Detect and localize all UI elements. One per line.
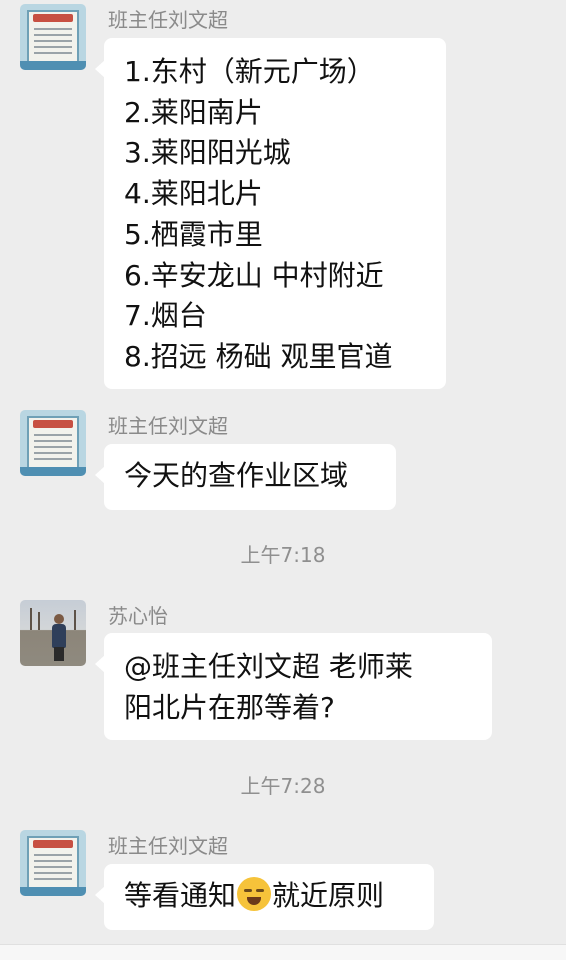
- sender-avatar[interactable]: [20, 600, 86, 666]
- sender-avatar[interactable]: [20, 830, 86, 896]
- message-line: 4.莱阳北片: [124, 177, 263, 211]
- message-bubble[interactable]: 等看通知 就近原则: [95, 864, 434, 930]
- sender-avatar[interactable]: [20, 4, 86, 70]
- message-text: 等看通知: [124, 879, 237, 912]
- message-text: 就近原则: [272, 879, 385, 912]
- sender-name: 苏心怡: [108, 604, 168, 628]
- message-bubble[interactable]: 1.东村（新元广场） 2.莱阳南片 3.莱阳阳光城 4.莱阳北片 5.栖霞市里 …: [95, 38, 446, 389]
- message-line: 8.招远 杨础 观里官道: [124, 339, 393, 373]
- chat-history[interactable]: 班主任刘文超 1.东村（新元广场） 2.莱阳南片 3.莱阳阳光城 4.莱阳北片 …: [0, 0, 566, 960]
- timestamp: 上午7:28: [240, 774, 326, 798]
- message-line: 7.烟台: [124, 299, 207, 333]
- message-line: 2.莱阳南片: [124, 95, 263, 129]
- sender-avatar[interactable]: [20, 410, 86, 476]
- input-bar-edge: [0, 944, 566, 960]
- sender-name: 班主任刘文超: [108, 834, 228, 858]
- timestamp: 上午7:18: [240, 543, 326, 567]
- message-line: 1.东村（新元广场）: [124, 55, 375, 88]
- crying-laughing-emoji-icon: [237, 877, 272, 911]
- message-line: 6.辛安龙山 中村附近: [124, 258, 384, 292]
- message-line: 今天的查作业区域: [124, 459, 349, 492]
- message-bubble[interactable]: 今天的查作业区域: [95, 444, 396, 510]
- message-line: 3.莱阳阳光城: [124, 136, 291, 170]
- sender-name: 班主任刘文超: [108, 8, 228, 32]
- message-line: @班主任刘文超 老师莱: [124, 650, 413, 683]
- message-bubble[interactable]: @班主任刘文超 老师莱 阳北片在那等着?: [95, 633, 492, 740]
- message-line: 阳北片在那等着?: [124, 690, 335, 724]
- message-line: 5.栖霞市里: [124, 217, 263, 251]
- sender-name: 班主任刘文超: [108, 414, 228, 438]
